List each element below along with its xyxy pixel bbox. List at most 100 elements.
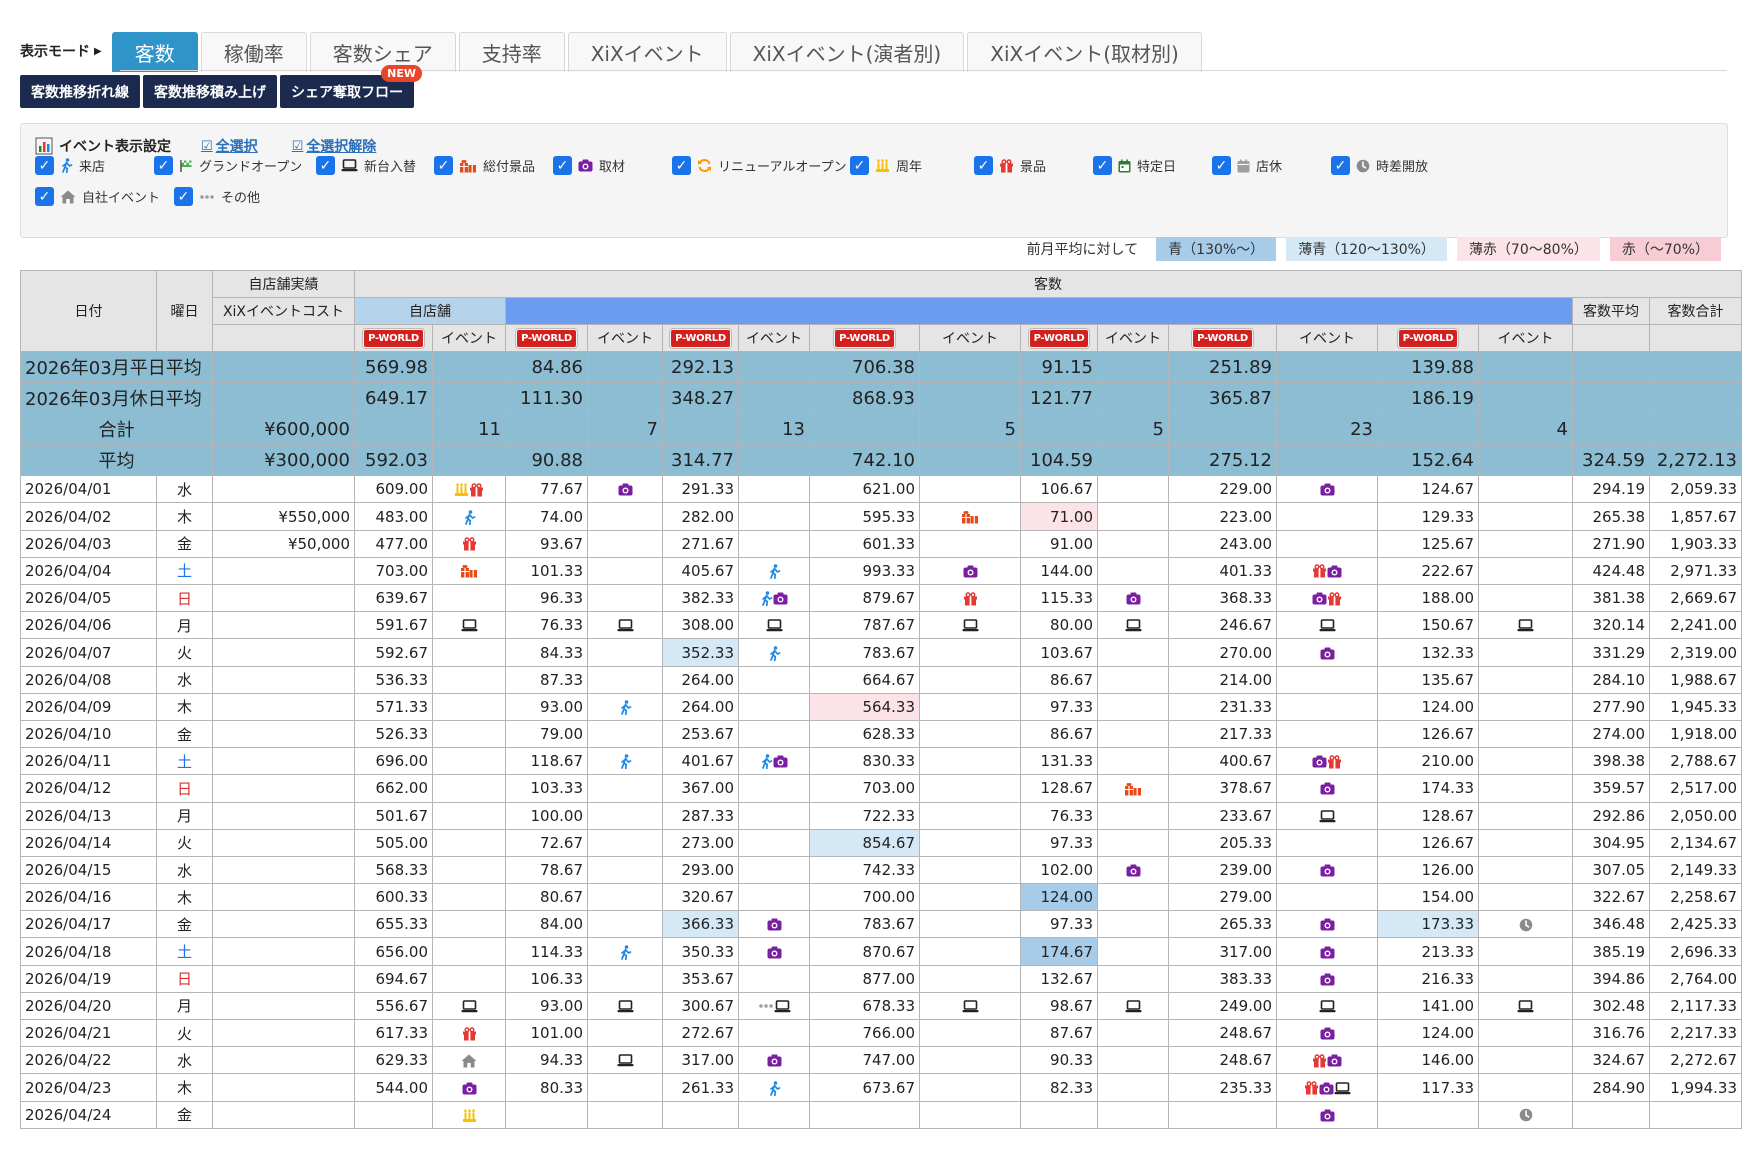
event-filter-walk[interactable]: ✓ 来店 (35, 156, 105, 175)
select-all-link[interactable]: ☑ 全選択 (201, 136, 258, 156)
customers-cell: 84.33 (505, 638, 588, 667)
gifts-icon (961, 510, 979, 524)
checkbox[interactable]: ✓ (1212, 156, 1231, 175)
chart-button-1[interactable]: 客数推移積み上げ (143, 75, 277, 108)
table-row: 2026/04/18 土 656.00 114.33 350.33 870.67 174.6… (20, 937, 1742, 966)
camera-icon (1327, 565, 1342, 578)
checkbox[interactable]: ✓ (1093, 156, 1112, 175)
walk-icon (760, 754, 773, 770)
customers-cell: 132.67 (1020, 964, 1098, 993)
summary-value: 111.30 (505, 382, 588, 415)
event-filter-clock[interactable]: ✓ 時差開放 (1331, 156, 1428, 175)
summary-label: 平均 (20, 444, 213, 477)
customers-cell: 483.00 (354, 502, 433, 531)
camera-icon (578, 159, 593, 172)
event-cell (587, 937, 663, 966)
walk-icon (619, 700, 632, 715)
chart-button-2[interactable]: シェア奪取フロー NEW (280, 65, 422, 108)
walk-icon (619, 944, 632, 960)
summary-value: 275.12 (1168, 444, 1277, 477)
event-cell (1276, 747, 1378, 776)
customers-cell: 628.33 (809, 719, 920, 749)
customers-cell: 664.67 (809, 665, 920, 694)
customers-cell: 300.67 (662, 991, 739, 1021)
customers-cell: 126.00 (1377, 855, 1479, 885)
total-cell: 1,918.00 (1649, 719, 1742, 749)
event-filter-dots[interactable]: ✓ その他 (174, 187, 260, 206)
customers-cell: 106.33 (505, 964, 588, 993)
dow-cell: 火 (156, 1019, 213, 1048)
event-filter-calendar[interactable]: ✓ 特定日 (1093, 156, 1176, 175)
checkbox[interactable]: ✓ (35, 187, 54, 206)
tab-mode-6[interactable]: XiXイベント(取材別) (967, 32, 1202, 72)
summary-event-count: 5 (919, 413, 1021, 446)
checkbox[interactable]: ✓ (35, 156, 54, 175)
event-filter-gift[interactable]: ✓ 景品 (974, 156, 1046, 175)
dow-cell: 月 (156, 611, 213, 640)
checkbox[interactable]: ✓ (154, 156, 173, 175)
tab-mode-4[interactable]: XiXイベント (567, 32, 727, 72)
event-cell (1478, 937, 1573, 966)
cost-cell (212, 1100, 355, 1129)
tab-mode-0[interactable]: 客数 (111, 32, 198, 72)
tab-mode-1[interactable]: 稼働率 (200, 32, 307, 72)
event-cell (738, 1046, 810, 1075)
event-filter-refresh[interactable]: ✓ リニューアルオープン (672, 156, 847, 175)
checkbox[interactable]: ✓ (434, 156, 453, 175)
customers-cell: 243.00 (1168, 529, 1277, 558)
customers-cell: 696.00 (354, 747, 433, 776)
tab-mode-5[interactable]: XiXイベント(演者別) (729, 32, 965, 72)
event-filter-camera[interactable]: ✓ 取材 (553, 156, 625, 175)
checkbox[interactable]: ✓ (553, 156, 572, 175)
avg-cell: 265.38 (1572, 502, 1650, 531)
customers-cell: 132.33 (1377, 638, 1479, 667)
tab-mode-2[interactable]: 客数シェア (309, 32, 456, 72)
event-filter-laptop[interactable]: ✓ 新台入替 (316, 156, 416, 175)
event-cell (738, 719, 810, 749)
event-cell (1478, 665, 1573, 694)
customers-cell: 144.00 (1020, 556, 1098, 586)
customers-cell: 609.00 (354, 475, 433, 504)
event-filter-gifts[interactable]: ✓ 総付景品 (434, 156, 535, 175)
event-cell (1097, 692, 1169, 721)
event-filter-flag[interactable]: ✓ グランドオープン (154, 156, 302, 175)
chart-button-0[interactable]: 客数推移折れ線 (20, 75, 140, 108)
total-cell: 2,241.00 (1649, 611, 1742, 640)
customers-cell: 77.67 (505, 475, 588, 504)
event-header: イベント (1097, 324, 1169, 353)
date-cell: 2026/04/01 (20, 475, 157, 504)
deselect-all-link[interactable]: ☑ 全選択解除 (292, 136, 377, 156)
event-filter-home[interactable]: ✓ 自社イベント (35, 187, 160, 206)
cost-cell (212, 584, 355, 613)
camera-icon (1320, 1027, 1335, 1040)
event-cell (432, 991, 506, 1021)
customers-cell: 621.00 (809, 475, 920, 504)
event-cell (1478, 801, 1573, 830)
checkbox[interactable]: ✓ (316, 156, 335, 175)
dow-cell: 火 (156, 828, 213, 857)
event-cell (919, 855, 1021, 885)
date-cell: 2026/04/22 (20, 1046, 157, 1075)
checkbox[interactable]: ✓ (672, 156, 691, 175)
checkbox[interactable]: ✓ (1331, 156, 1350, 175)
summary-total (1649, 382, 1742, 415)
event-cell (738, 502, 810, 531)
event-cell (1276, 801, 1378, 830)
table-row: 2026/04/23 木 544.00 80.33 261.33 673.67 82.33 2… (20, 1073, 1742, 1102)
checkbox[interactable]: ✓ (850, 156, 869, 175)
tab-mode-3[interactable]: 支持率 (458, 32, 565, 72)
camera-icon (1327, 1054, 1342, 1067)
event-cell (432, 774, 506, 803)
customers-cell: 601.33 (809, 529, 920, 558)
event-filter-cake[interactable]: ✓ 周年 (850, 156, 922, 175)
event-cell (738, 801, 810, 830)
event-filter-calendar-gray[interactable]: ✓ 店休 (1212, 156, 1282, 175)
checkbox[interactable]: ✓ (174, 187, 193, 206)
summary-event-count: 13 (738, 413, 810, 446)
avg-cell: 322.67 (1572, 883, 1650, 912)
customers-cell: 97.33 (1020, 828, 1098, 857)
checkbox[interactable]: ✓ (974, 156, 993, 175)
camera-icon (618, 483, 633, 496)
customers-cell: 556.67 (354, 991, 433, 1021)
calendar-gray-icon (1237, 159, 1250, 173)
